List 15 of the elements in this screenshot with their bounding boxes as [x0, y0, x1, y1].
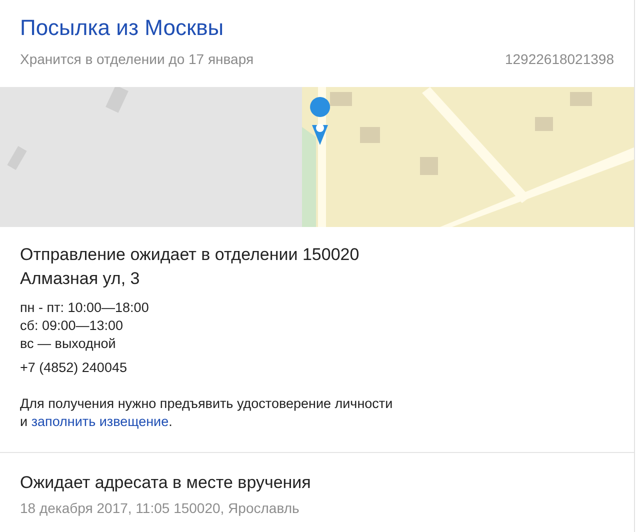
storage-deadline: Хранится в отделении до 17 января: [20, 51, 254, 67]
office-title: Алмазная ул, 3: [20, 268, 141, 290]
opening-hours: пн - пт: 10:00—18:00: [20, 299, 150, 317]
note-suffix: .: [168, 414, 172, 429]
office-title: Отправление ожидает в отделении 150020: [20, 244, 360, 266]
event-title: Ожидает адресата в месте вручения: [20, 472, 312, 494]
opening-hours: вс — выходной: [20, 335, 117, 353]
note-prefix: и: [20, 414, 29, 429]
parcel-title: Посылка из Москвы: [20, 14, 225, 42]
tracking-number: 12922618021398: [504, 51, 614, 67]
phone-number: +7 (4852) 240045: [20, 359, 128, 377]
opening-hours: сб: 09:00—13:00: [20, 317, 124, 335]
fill-notice-link[interactable]: заполнить извещение: [31, 414, 169, 429]
id-note: Для получения нужно предъявить удостоверение личности: [20, 395, 394, 413]
event-details: 18 декабря 2017, 11:05 150020, Ярославль: [20, 499, 300, 518]
